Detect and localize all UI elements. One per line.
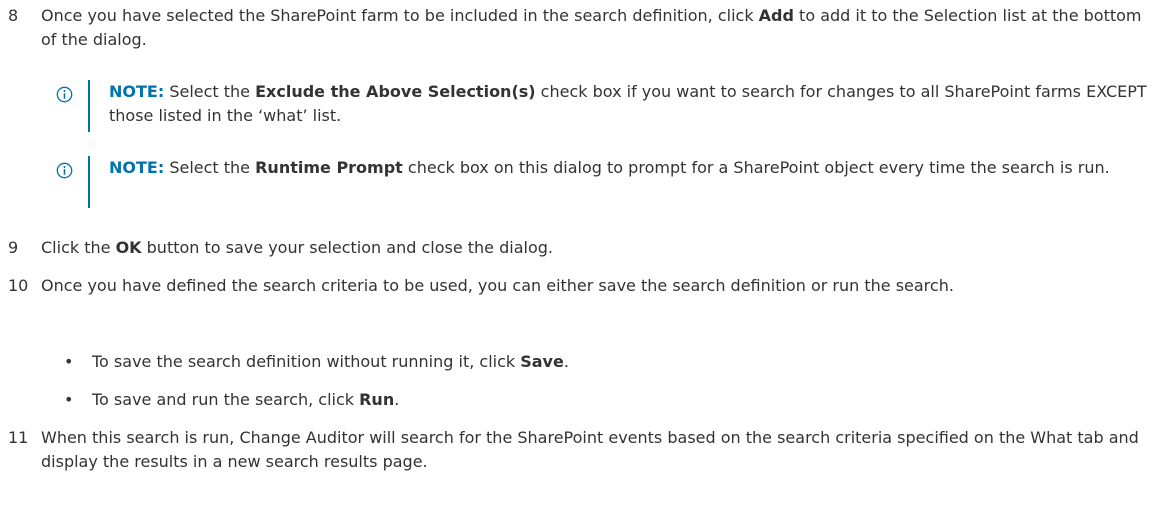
- bullet-text: To save and run the search, click Run.: [92, 390, 400, 409]
- step-10: 10 Once you have defined the search crit…: [8, 274, 1161, 298]
- step-text: Once you have selected the SharePoint fa…: [41, 6, 1142, 49]
- note-exclude-selection: NOTE: Select the Exclude the Above Selec…: [56, 80, 1161, 132]
- step-9: 9 Click the OK button to save your selec…: [8, 236, 1161, 260]
- bullet-save: • To save the search definition without …: [64, 350, 1161, 374]
- note-runtime-prompt: NOTE: Select the Runtime Prompt check bo…: [56, 156, 1161, 208]
- add-keyword: Add: [758, 6, 794, 25]
- step-number: 8: [8, 6, 19, 25]
- step-number: 11: [8, 428, 29, 447]
- bullet-run: • To save and run the search, click Run.: [64, 388, 1161, 412]
- step-8: 8 Once you have selected the SharePoint …: [8, 4, 1161, 52]
- note-text: NOTE: Select the Exclude the Above Selec…: [109, 82, 1147, 125]
- step-number: 10: [8, 276, 29, 295]
- note-label: NOTE:: [109, 158, 165, 177]
- bullet-text: To save the search definition without ru…: [92, 352, 569, 371]
- info-icon: [56, 162, 73, 179]
- step-number: 9: [8, 238, 19, 257]
- note-label: NOTE:: [109, 82, 165, 101]
- note-accent-bar: [88, 80, 90, 132]
- step-text: Once you have defined the search criteri…: [41, 276, 954, 295]
- step-text: Click the OK button to save your selecti…: [41, 238, 553, 257]
- document-page: 8 Once you have selected the SharePoint …: [0, 0, 1171, 514]
- step-11: 11 When this search is run, Change Audit…: [8, 426, 1161, 474]
- note-accent-bar: [88, 156, 90, 208]
- bullet-dot: •: [64, 352, 74, 371]
- bullet-dot: •: [64, 390, 74, 409]
- step-text: When this search is run, Change Auditor …: [41, 428, 1139, 471]
- note-text: NOTE: Select the Runtime Prompt check bo…: [109, 158, 1110, 177]
- info-icon: [56, 86, 73, 103]
